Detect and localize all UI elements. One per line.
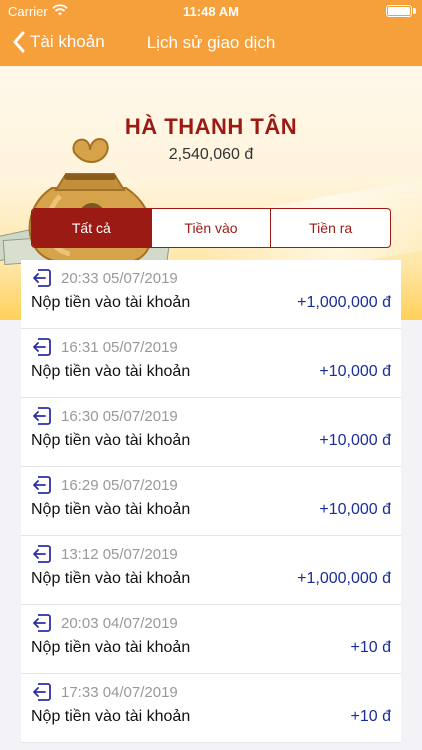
transaction-description: Nộp tiền vào tài khoản bbox=[31, 363, 191, 380]
list-item[interactable]: 20:03 04/07/2019 Nộp tiền vào tài khoản +1… bbox=[21, 605, 401, 674]
list-item[interactable]: 16:29 05/07/2019 Nộp tiền vào tài khoản +1… bbox=[21, 467, 401, 536]
status-bar: Carrier 11:48 AM bbox=[0, 0, 422, 22]
tab-money-in[interactable]: Tiền vào bbox=[150, 209, 271, 247]
transaction-time: 16:31 05/07/2019 bbox=[61, 339, 178, 356]
transaction-description: Nộp tiền vào tài khoản bbox=[31, 570, 191, 587]
account-holder-name: HÀ THANH TÂN bbox=[124, 114, 298, 139]
account-balance: 2,540,060 đ bbox=[168, 146, 254, 163]
transaction-description: Nộp tiền vào tài khoản bbox=[31, 501, 191, 518]
transaction-time: 17:33 04/07/2019 bbox=[61, 684, 178, 701]
deposit-in-icon bbox=[33, 545, 51, 563]
transaction-description: Nộp tiền vào tài khoản bbox=[31, 639, 191, 656]
deposit-in-icon bbox=[33, 407, 51, 425]
transaction-filter-tabs: Tất cả Tiền vào Tiền ra bbox=[31, 208, 391, 248]
deposit-in-icon bbox=[33, 338, 51, 356]
list-item[interactable]: 17:33 04/07/2019 Nộp tiền vào tài khoản +1… bbox=[21, 674, 401, 743]
deposit-in-icon bbox=[33, 269, 51, 287]
list-item[interactable]: 13:12 05/07/2019 Nộp tiền vào tài khoản +1… bbox=[21, 536, 401, 605]
transaction-amount: +10 đ bbox=[350, 639, 391, 656]
navigation-bar: Tài khoản Lịch sử giao dịch bbox=[0, 22, 422, 66]
battery-icon bbox=[386, 5, 412, 17]
transaction-description: Nộp tiền vào tài khoản bbox=[31, 708, 191, 725]
transaction-description: Nộp tiền vào tài khoản bbox=[31, 294, 191, 311]
transaction-description: Nộp tiền vào tài khoản bbox=[31, 432, 191, 449]
transaction-list[interactable]: 20:33 05/07/2019 Nộp tiền vào tài khoản +1… bbox=[21, 260, 401, 750]
transaction-time: 20:33 05/07/2019 bbox=[61, 270, 178, 287]
transaction-amount: +10 đ bbox=[350, 708, 391, 725]
list-item[interactable]: 20:33 05/07/2019 Nộp tiền vào tài khoản +1… bbox=[21, 260, 401, 329]
list-item[interactable]: 16:30 05/07/2019 Nộp tiền vào tài khoản +1… bbox=[21, 398, 401, 467]
transaction-amount: +10,000 đ bbox=[319, 501, 391, 518]
transaction-time: 20:03 04/07/2019 bbox=[61, 615, 178, 632]
transaction-time: 16:29 05/07/2019 bbox=[61, 477, 178, 494]
transaction-amount: +10,000 đ bbox=[319, 363, 391, 380]
status-time: 11:48 AM bbox=[183, 4, 239, 19]
transaction-amount: +10,000 đ bbox=[319, 432, 391, 449]
deposit-in-icon bbox=[33, 614, 51, 632]
battery-tip bbox=[413, 8, 416, 14]
tab-money-out[interactable]: Tiền ra bbox=[270, 209, 390, 247]
deposit-in-icon bbox=[33, 683, 51, 701]
deposit-in-icon bbox=[33, 476, 51, 494]
transaction-amount: +1,000,000 đ bbox=[297, 294, 391, 311]
transaction-time: 13:12 05/07/2019 bbox=[61, 546, 178, 563]
transaction-time: 16:30 05/07/2019 bbox=[61, 408, 178, 425]
header-bar: Carrier 11:48 AM Tài khoản Lịch sử giao … bbox=[0, 0, 422, 66]
transaction-amount: +1,000,000 đ bbox=[297, 570, 391, 587]
tab-all[interactable]: Tất cả bbox=[32, 209, 151, 247]
page-title: Lịch sử giao dịch bbox=[146, 33, 276, 52]
list-item[interactable]: 16:31 05/07/2019 Nộp tiền vào tài khoản +1… bbox=[21, 329, 401, 398]
